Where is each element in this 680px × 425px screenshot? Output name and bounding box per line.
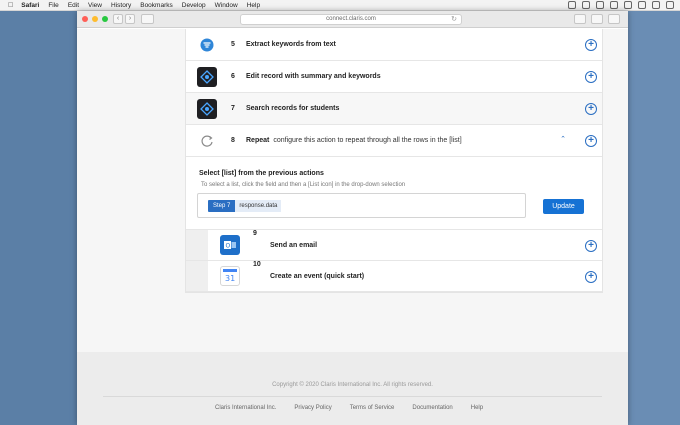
step-number: 7 [231,105,235,112]
footer-link-company[interactable]: Claris International Inc. [215,405,276,411]
selected-list-chip[interactable]: Step 7 response.data [208,200,282,212]
nlp-icon [197,35,217,55]
outlook-icon: O [220,235,240,255]
status-icon[interactable] [638,1,646,9]
nested-step-row[interactable]: 31 10 Create an event (quick start) + [186,261,602,292]
step-row[interactable]: 5 Extract keywords from text + [186,29,602,61]
calendar-day: 31 [225,274,235,283]
svg-text:O: O [226,243,231,250]
menu-app-name[interactable]: Safari [21,2,39,9]
tabs-icon[interactable] [608,14,620,24]
sidebar-toggle-icon[interactable] [141,14,154,24]
list-select-field[interactable]: Step 7 response.data [197,193,526,218]
macos-menu-bar:  Safari File Edit View History Bookmark… [0,0,680,11]
apple-icon[interactable]:  [8,2,13,9]
share-icon[interactable] [591,14,603,24]
config-title: Select [list] from the previous actions [199,170,324,177]
step-label: Create an event (quick start) [270,273,365,280]
filemaker-icon [197,99,217,119]
footer-links: Claris International Inc. Privacy Policy… [215,405,501,411]
copyright-text: Copyright © 2020 Claris International In… [272,382,433,388]
repeat-icon [197,131,217,151]
back-button[interactable]: ‹ [113,14,123,24]
page-footer: Copyright © 2020 Claris International In… [77,352,628,425]
status-icon[interactable] [610,1,618,9]
repeat-description: configure this action to repeat through … [273,137,462,144]
step-number: 8 [231,137,235,144]
status-icon[interactable] [568,1,576,9]
add-step-button[interactable]: + [585,71,597,83]
page-viewport: 5 Extract keywords from text + 6 Edit re… [77,29,628,425]
menu-edit[interactable]: Edit [68,2,79,9]
chip-step: Step 7 [208,200,236,212]
wifi-icon[interactable] [652,1,660,9]
footer-link-help[interactable]: Help [471,405,483,411]
url-text: connect.claris.com [326,16,376,22]
add-step-button[interactable]: + [585,135,597,147]
step-number: 10 [253,261,261,268]
menu-window[interactable]: Window [215,2,238,9]
step-label: Search records for students [246,105,340,112]
step-row[interactable]: 7 Search records for students + [186,93,602,125]
menu-bookmarks[interactable]: Bookmarks [140,2,173,9]
update-button[interactable]: Update [543,199,584,214]
close-window-button[interactable] [82,16,88,22]
repeat-title: Repeat [246,137,270,144]
address-bar[interactable]: connect.claris.com ↻ [240,14,462,25]
step-label: Edit record with summary and keywords [246,73,381,80]
add-step-button[interactable]: + [585,39,597,51]
status-icons [568,1,674,9]
add-step-button[interactable]: + [585,103,597,115]
footer-link-docs[interactable]: Documentation [412,405,452,411]
status-icon[interactable] [582,1,590,9]
zoom-window-button[interactable] [102,16,108,22]
filemaker-icon [197,67,217,87]
menu-file[interactable]: File [48,2,58,9]
add-step-button[interactable]: + [585,240,597,252]
status-icon[interactable] [596,1,604,9]
config-help-text: To select a list, click the field and th… [201,182,406,188]
step-number: 9 [253,230,257,237]
step-label: Repeat configure this action to repeat th… [246,137,462,144]
nested-gutter [186,261,208,291]
step-label: Send an email [270,242,318,249]
footer-link-terms[interactable]: Terms of Service [350,405,395,411]
menu-develop[interactable]: Develop [182,2,206,9]
calendar-icon: 31 [220,266,240,286]
step-row[interactable]: 6 Edit record with summary and keywords … [186,61,602,93]
menu-history[interactable]: History [111,2,131,9]
safari-window: ‹ › connect.claris.com ↻ 5 Extract keywo… [77,11,628,425]
collapse-chevron-icon[interactable]: ⌃ [560,135,566,143]
search-icon[interactable] [666,1,674,9]
downloads-icon[interactable] [574,14,586,24]
browser-toolbar: ‹ › connect.claris.com ↻ [77,11,628,28]
flow-steps-panel: 5 Extract keywords from text + 6 Edit re… [185,29,603,293]
repeat-config-panel: Select [list] from the previous actions … [186,157,602,230]
reload-icon[interactable]: ↻ [451,15,457,24]
forward-button[interactable]: › [125,14,135,24]
menu-view[interactable]: View [88,2,102,9]
step-label: Extract keywords from text [246,41,336,48]
nested-step-row[interactable]: O 9 Send an email + [186,230,602,261]
add-step-button[interactable]: + [585,271,597,283]
window-controls [82,16,108,22]
footer-divider [103,396,602,397]
step-row-repeat[interactable]: 8 Repeat configure this action to repeat … [186,125,602,157]
chip-value: response.data [235,200,282,212]
desktop-background [628,11,680,425]
nested-gutter [186,230,208,260]
minimize-window-button[interactable] [92,16,98,22]
footer-link-privacy[interactable]: Privacy Policy [294,405,331,411]
menu-help[interactable]: Help [247,2,260,9]
status-icon[interactable] [624,1,632,9]
step-number: 5 [231,41,235,48]
toolbar-right-buttons [574,14,620,24]
step-number: 6 [231,73,235,80]
